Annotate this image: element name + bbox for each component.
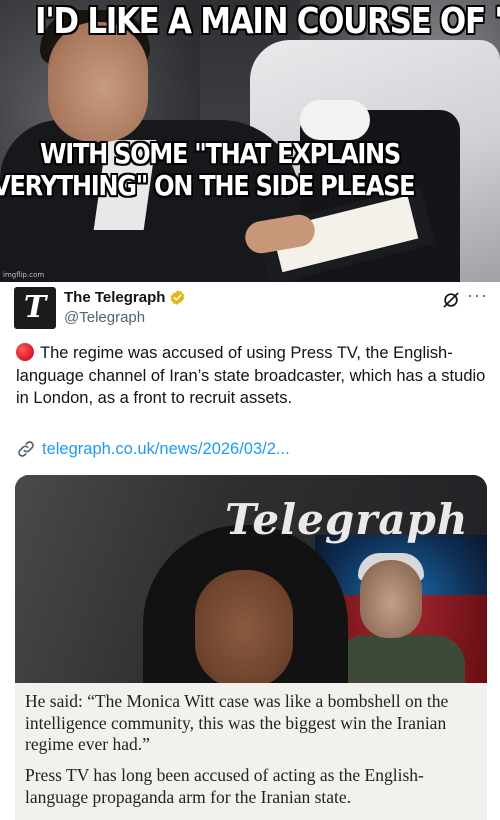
presenter-face [195, 570, 293, 688]
avatar[interactable]: T [14, 287, 56, 329]
excerpt-paragraph-1: He said: “The Monica Witt case was like … [25, 691, 449, 754]
tweet-text: The regime was accused of using Press TV… [16, 342, 486, 410]
meme-caption-bottom-line2: EVERYTHING" ON THE SIDE PLEASE [0, 169, 416, 202]
meme-caption-bottom-line1: WITH SOME "THAT EXPLAINS [40, 137, 401, 170]
telegraph-masthead: Telegraph [225, 495, 469, 544]
tweet-link[interactable]: telegraph.co.uk/news/2026/03/2... [16, 439, 290, 459]
general-portrait [360, 560, 422, 638]
imgflip-watermark: imgflip.com [3, 271, 45, 279]
link-icon [18, 441, 34, 457]
article-excerpt-box: He said: “The Monica Witt case was like … [15, 683, 487, 820]
more-options-icon[interactable]: ··· [467, 286, 488, 304]
tweet-media-image[interactable]: Telegraph He said: “The Monica Witt case… [15, 475, 487, 820]
meme-image: I'D LIKE A MAIN COURSE OF "DUH" WITH SOM… [0, 0, 500, 282]
waiter-glove [300, 100, 370, 140]
grok-icon[interactable] [441, 290, 461, 310]
author-handle[interactable]: @Telegraph [64, 309, 145, 326]
tweet-card: T The Telegraph @Telegraph ··· The regim… [0, 282, 500, 820]
tweet-body: The regime was accused of using Press TV… [16, 344, 486, 407]
author-name-row: The Telegraph [64, 289, 186, 306]
telegraph-logo-letter: T [23, 290, 47, 325]
meme-caption-top: I'D LIKE A MAIN COURSE OF "DUH" [35, 1, 500, 42]
red-circle-emoji-icon [16, 343, 34, 361]
author-display-name[interactable]: The Telegraph [64, 289, 165, 306]
verified-badge-icon [171, 290, 185, 305]
excerpt-paragraph-2: Press TV has long been accused of acting… [25, 765, 424, 807]
link-url-text[interactable]: telegraph.co.uk/news/2026/03/2... [42, 440, 290, 459]
